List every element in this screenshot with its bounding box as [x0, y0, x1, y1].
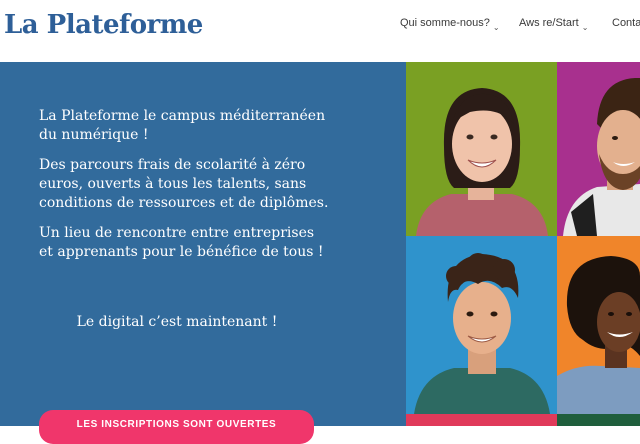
hero-paragraph: La Plateforme le campus méditerranéen du… [39, 108, 326, 143]
nav-item-contact[interactable]: Contac [612, 17, 640, 29]
portrait-photo-3 [406, 236, 557, 414]
hero-paragraph: Un lieu de rencontre entre entreprises e… [39, 225, 324, 260]
site-header: La Plateforme Qui somme-nous? ⌄ Aws re/St… [0, 0, 640, 62]
hero-paragraph: Des parcours frais de scolarité à zéro e… [39, 157, 329, 211]
site-logo[interactable]: La Plateforme [4, 10, 203, 40]
nav-item-about[interactable]: Qui somme-nous? ⌄ [400, 17, 500, 32]
portrait-photo-2 [557, 62, 640, 236]
registration-cta-button[interactable]: LES INSCRIPTIONS SONT OUVERTES [39, 410, 314, 444]
hero-text: La Plateforme le campus méditerranéen du… [39, 107, 329, 273]
portrait-photo-6-edge [557, 414, 640, 426]
hero-tagline: Le digital c’est maintenant ! [76, 314, 278, 330]
nav-item-label: Contac [612, 17, 640, 29]
portrait-photo-5-edge [406, 414, 557, 426]
portrait-photo-4 [557, 236, 640, 414]
chevron-down-icon: ⌄ [581, 23, 589, 32]
nav-item-label: Qui somme-nous? [400, 17, 490, 29]
nav-item-aws-restart[interactable]: Aws re/Start ⌄ [519, 17, 589, 32]
chevron-down-icon: ⌄ [492, 23, 500, 32]
portrait-photo-1 [406, 62, 557, 236]
nav-item-label: Aws re/Start [519, 17, 579, 29]
